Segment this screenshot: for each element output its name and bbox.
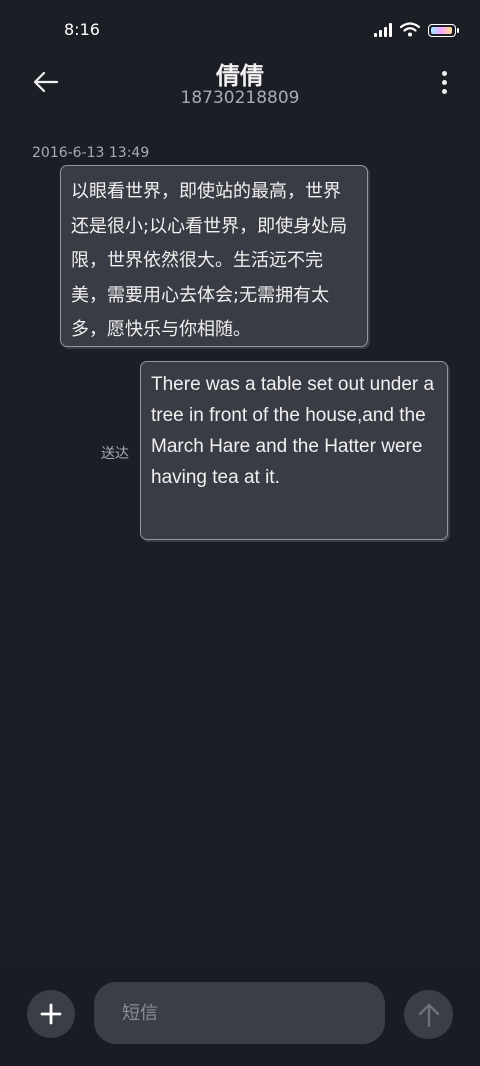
message-composer	[0, 962, 480, 1066]
outgoing-message-bubble[interactable]: There was a table set out under a tree i…	[140, 361, 448, 540]
delivery-status: 送达	[101, 446, 129, 462]
send-arrow-icon	[418, 1003, 439, 1027]
more-vertical-icon	[441, 70, 447, 76]
send-button[interactable]	[404, 990, 453, 1039]
battery-icon	[428, 24, 459, 37]
contact-number: 18730218809	[180, 88, 300, 108]
status-icons	[374, 22, 459, 37]
contact-name: 倩倩	[216, 62, 264, 90]
wifi-icon	[400, 22, 420, 37]
add-attachment-button[interactable]	[27, 990, 75, 1038]
message-input[interactable]	[94, 982, 385, 1044]
status-bar: 8:16	[0, 0, 480, 60]
more-options-button[interactable]	[432, 66, 456, 98]
status-time: 8:16	[64, 20, 100, 39]
message-text: There was a table set out under a tree i…	[151, 374, 435, 488]
signal-icon	[374, 23, 392, 37]
plus-icon	[40, 1003, 62, 1025]
message-text: 以眼看世界，即使站的最高，世界还是很小;以心看世界，即使身处局限，世界依然很大。…	[71, 181, 348, 340]
message-timestamp: 2016-6-13 13:49	[32, 145, 150, 161]
incoming-message-bubble[interactable]: 以眼看世界，即使站的最高，世界还是很小;以心看世界，即使身处局限，世界依然很大。…	[60, 165, 368, 347]
conversation-header: 倩倩 18730218809	[0, 56, 480, 116]
